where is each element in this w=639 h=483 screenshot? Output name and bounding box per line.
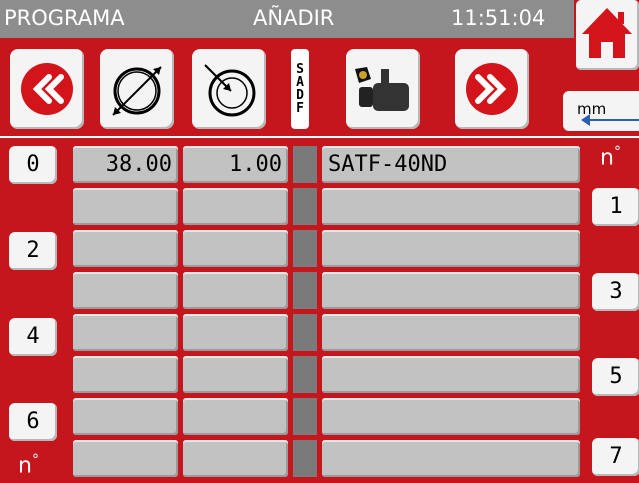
sadf-toggle[interactable]: S A D F	[291, 49, 309, 129]
row-number-button[interactable]: 1	[592, 188, 639, 226]
double-left-chevron-icon	[21, 63, 73, 115]
cutting-tool-icon	[355, 67, 409, 111]
title-bar: PROGRAMA AÑADIR 11:51:04	[0, 0, 574, 38]
unit-selector[interactable]: mm	[563, 91, 639, 131]
diameter-button[interactable]	[100, 49, 174, 129]
thickness-cell[interactable]	[183, 440, 288, 477]
sadf-cell	[293, 398, 317, 435]
sadf-cell	[293, 314, 317, 351]
thickness-cell[interactable]	[183, 356, 288, 393]
next-button[interactable]	[455, 49, 529, 129]
sadf-cell	[293, 440, 317, 477]
inner-diameter-icon	[204, 64, 256, 117]
tool-name-cell[interactable]	[322, 356, 580, 393]
row-number-button[interactable]: 2	[9, 232, 57, 270]
inner-diameter-button[interactable]	[192, 49, 266, 129]
diameter-cell[interactable]	[73, 440, 178, 477]
tool-button[interactable]	[346, 49, 420, 129]
thickness-cell[interactable]	[183, 314, 288, 351]
diameter-cell[interactable]	[73, 356, 178, 393]
tool-name-cell[interactable]	[322, 440, 580, 477]
sadf-cell	[293, 230, 317, 267]
row-number-button[interactable]: 4	[9, 318, 57, 356]
sadf-letter-f: F	[296, 101, 304, 116]
divider	[0, 136, 639, 138]
row-number-button[interactable]: 6	[9, 403, 57, 441]
diameter-cell[interactable]	[73, 230, 178, 267]
thickness-cell[interactable]	[183, 398, 288, 435]
diameter-cell[interactable]	[73, 398, 178, 435]
left-arrow-shaft	[585, 119, 639, 121]
n-label-left: n°	[18, 452, 39, 479]
tool-name-cell[interactable]: SATF-40ND	[322, 146, 580, 183]
sadf-cell	[293, 356, 317, 393]
thickness-cell[interactable]	[183, 188, 288, 225]
thickness-cell[interactable]: 1.00	[183, 146, 288, 183]
screen-title: PROGRAMA	[4, 6, 125, 30]
tool-name-cell[interactable]	[322, 230, 580, 267]
previous-button[interactable]	[10, 49, 84, 129]
diameter-cell[interactable]: 38.00	[73, 146, 178, 183]
sadf-cell	[293, 272, 317, 309]
thickness-cell[interactable]	[183, 272, 288, 309]
n-label-right: n°	[600, 144, 621, 171]
thickness-cell[interactable]	[183, 230, 288, 267]
home-icon	[582, 8, 632, 58]
tool-name-cell[interactable]	[322, 272, 580, 309]
tool-name-cell[interactable]	[322, 398, 580, 435]
sadf-cell	[293, 188, 317, 225]
diameter-cell[interactable]	[73, 272, 178, 309]
row-number-button[interactable]: 3	[592, 273, 639, 311]
row-number-button[interactable]: 7	[592, 438, 639, 476]
row-number-button[interactable]: 0	[9, 146, 57, 184]
mode-title: AÑADIR	[253, 6, 335, 30]
diameter-icon	[112, 66, 162, 116]
home-button[interactable]	[576, 0, 639, 70]
double-right-chevron-icon	[466, 63, 518, 115]
sadf-cell	[293, 146, 317, 183]
clock: 11:51:04	[451, 6, 546, 30]
tool-name-cell[interactable]	[322, 188, 580, 225]
diameter-cell[interactable]	[73, 314, 178, 351]
row-number-button[interactable]: 5	[592, 358, 639, 396]
tool-name-cell[interactable]	[322, 314, 580, 351]
diameter-cell[interactable]	[73, 188, 178, 225]
